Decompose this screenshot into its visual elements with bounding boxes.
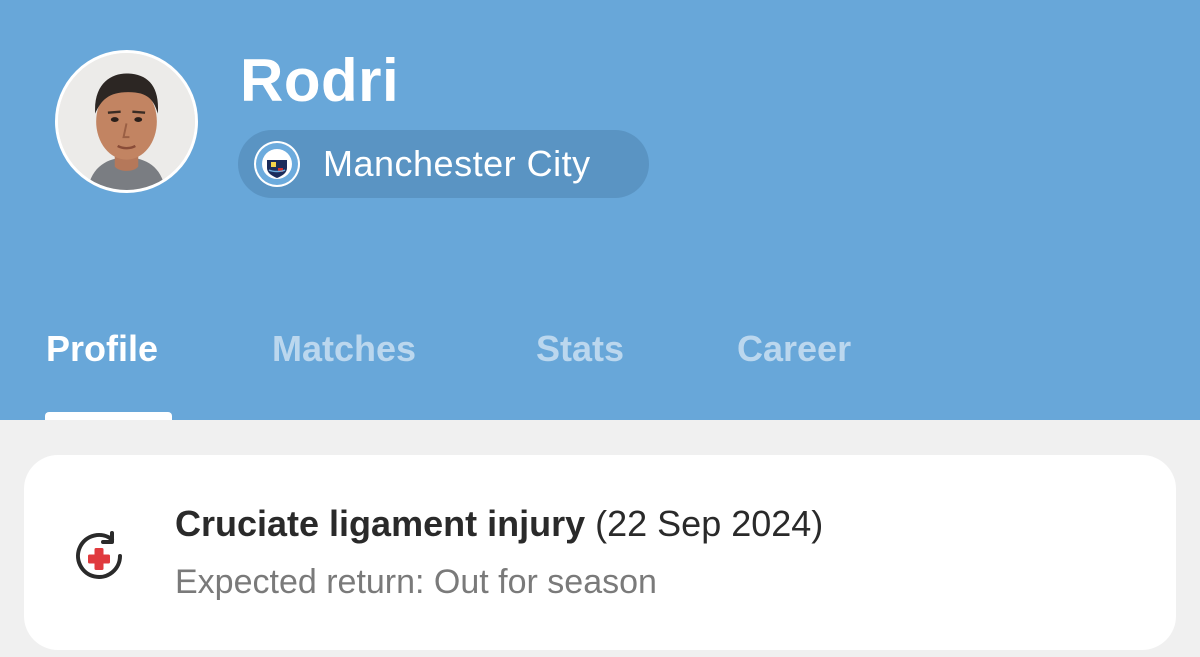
player-name: Rodri — [240, 47, 400, 114]
player-header: Rodri Manchester City Profile Matches St… — [0, 0, 1200, 420]
manchester-city-crest-icon — [253, 140, 301, 188]
tab-matches[interactable]: Matches — [272, 328, 416, 370]
tab-stats[interactable]: Stats — [536, 328, 624, 370]
active-tab-indicator — [45, 412, 172, 420]
injury-name: Cruciate ligament injury — [175, 503, 586, 544]
tab-profile[interactable]: Profile — [46, 328, 158, 370]
player-photo-icon — [58, 53, 195, 190]
injury-date: (22 Sep 2024) — [595, 503, 824, 544]
injury-recovery-icon — [68, 525, 130, 587]
team-chip[interactable]: Manchester City — [238, 130, 649, 198]
tab-career[interactable]: Career — [737, 328, 851, 370]
expected-return: Expected return: Out for season — [175, 563, 657, 601]
tab-bar: Profile Matches Stats Career — [0, 320, 1200, 420]
injury-card[interactable]: Cruciate ligament injury (22 Sep 2024) E… — [24, 455, 1176, 650]
player-avatar — [55, 50, 198, 193]
injury-title: Cruciate ligament injury (22 Sep 2024) — [175, 503, 823, 545]
team-name: Manchester City — [323, 143, 591, 184]
